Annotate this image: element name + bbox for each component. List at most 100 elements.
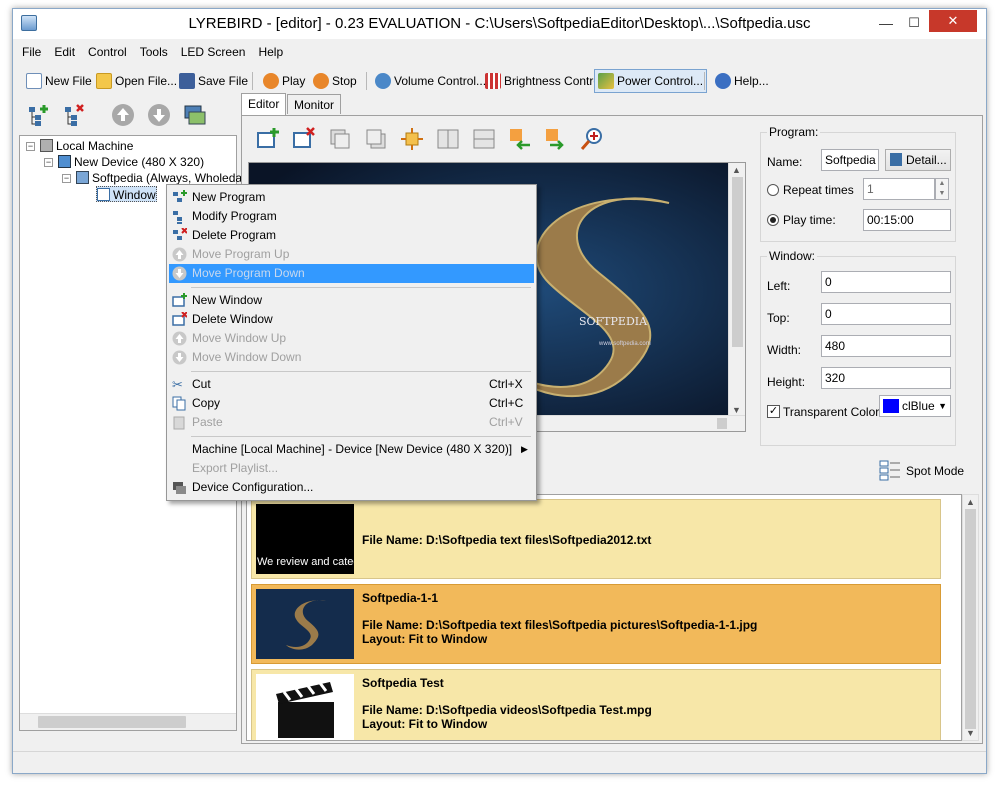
collapse-toggle[interactable]: − xyxy=(26,142,35,151)
program-group-label: Program: xyxy=(767,125,821,139)
scroll-up-arrow[interactable]: ▲ xyxy=(966,497,975,507)
new-file-button[interactable]: New File xyxy=(23,69,95,93)
bring-front-icon[interactable] xyxy=(328,127,352,151)
scroll-up-arrow[interactable]: ▲ xyxy=(732,165,741,175)
tree-node-local-machine[interactable]: Local Machine xyxy=(40,138,133,154)
tree-node-window[interactable]: Window xyxy=(96,186,157,202)
delete-window-icon[interactable] xyxy=(292,127,316,151)
playlist[interactable]: We review and categ File Name: D:\Softpe… xyxy=(246,494,962,741)
menu-item-modify-program[interactable]: Modify Program xyxy=(169,207,534,226)
align-left-icon[interactable] xyxy=(508,127,532,151)
move-down-icon[interactable] xyxy=(147,103,171,127)
add-window-icon[interactable] xyxy=(256,127,280,151)
menu-item-label: Move Program Down xyxy=(192,266,305,280)
menu-item-export-playlist[interactable]: Export Playlist... xyxy=(169,459,534,478)
menu-led-screen[interactable]: LED Screen xyxy=(172,43,250,59)
power-control-button[interactable]: Power Control... xyxy=(594,69,708,93)
detail-button[interactable]: Detail... xyxy=(885,149,951,171)
scroll-thumb[interactable] xyxy=(965,509,976,729)
width-field[interactable]: 480 xyxy=(821,335,951,357)
volume-control-button[interactable]: Volume Control... xyxy=(372,69,489,93)
menu-item-move-program-down[interactable]: Move Program Down xyxy=(169,264,534,283)
minimize-button[interactable]: — xyxy=(873,13,899,33)
height-field[interactable]: 320 xyxy=(821,367,951,389)
menu-item-cut[interactable]: ✂ Cut Ctrl+X xyxy=(169,375,534,394)
transparent-color-select[interactable]: clBlue ▼ xyxy=(879,395,951,417)
program-name-field[interactable]: Softpedia xyxy=(821,149,879,171)
close-button[interactable]: ✕ xyxy=(929,10,977,32)
scroll-thumb[interactable] xyxy=(38,716,186,728)
menu-help[interactable]: Help xyxy=(249,43,287,59)
menu-item-device-configuration[interactable]: Device Configuration... xyxy=(169,478,534,497)
playlist-item-title: Softpedia Test xyxy=(362,676,444,690)
playlist-scrollbar[interactable]: ▲ ▼ xyxy=(962,494,979,741)
zoom-in-icon[interactable] xyxy=(580,127,604,151)
tab-monitor[interactable]: Monitor xyxy=(287,94,342,114)
menu-item-paste[interactable]: Paste Ctrl+V xyxy=(169,413,534,432)
transparent-color-checkbox[interactable]: ✓ xyxy=(767,405,780,418)
scroll-down-arrow[interactable]: ▼ xyxy=(732,405,741,415)
collapse-toggle[interactable]: − xyxy=(44,158,53,167)
menu-item-shortcut: Ctrl+V xyxy=(489,415,523,429)
menu-item-label: Delete Program xyxy=(192,228,277,242)
device-config-icon[interactable] xyxy=(183,103,207,127)
play-time-field[interactable]: 00:15:00 xyxy=(863,209,951,231)
fit-window-icon[interactable] xyxy=(400,127,424,151)
add-node-icon[interactable] xyxy=(27,103,51,127)
tab-editor[interactable]: Editor xyxy=(241,93,287,115)
menu-item-move-window-down[interactable]: Move Window Down xyxy=(169,348,534,367)
repeat-times-field[interactable]: 1 xyxy=(863,178,935,200)
playlist-thumbnail xyxy=(256,589,354,659)
split-vertical-icon[interactable] xyxy=(436,127,460,151)
playlist-item-selected[interactable]: Softpedia-1-1 File Name: D:\Softpedia te… xyxy=(251,584,941,664)
brightness-control-button[interactable]: Brightness Control xyxy=(482,69,606,93)
play-time-radio[interactable] xyxy=(767,214,779,226)
menu-item-copy[interactable]: Copy Ctrl+C xyxy=(169,394,534,413)
menu-item-label: Device Configuration... xyxy=(192,480,314,494)
send-back-icon[interactable] xyxy=(364,127,388,151)
split-horizontal-icon[interactable] xyxy=(472,127,496,151)
collapse-toggle[interactable]: − xyxy=(62,174,71,183)
menu-item-label: Move Window Down xyxy=(192,350,302,364)
title-bar[interactable]: LYREBIRD - [editor] - 0.23 EVALUATION - … xyxy=(13,9,986,39)
scroll-thumb[interactable] xyxy=(717,418,727,429)
playlist-item[interactable]: Softpedia Test File Name: D:\Softpedia v… xyxy=(251,669,941,740)
tree-toolbar xyxy=(19,97,237,135)
menu-item-new-window[interactable]: New Window xyxy=(169,291,534,310)
menu-item-label: Modify Program xyxy=(192,209,277,223)
menu-edit[interactable]: Edit xyxy=(45,43,79,59)
tree-icon xyxy=(890,153,902,166)
maximize-button[interactable]: ☐ xyxy=(901,13,927,33)
repeat-spinner[interactable]: ▲ ▼ xyxy=(935,178,949,200)
power-label: Power Control... xyxy=(617,74,704,88)
scroll-thumb[interactable] xyxy=(732,177,743,347)
open-file-button[interactable]: Open File... xyxy=(93,69,180,93)
menu-tools[interactable]: Tools xyxy=(131,43,172,59)
tree-node-device[interactable]: New Device (480 X 320) xyxy=(58,154,204,170)
scroll-down-arrow[interactable]: ▼ xyxy=(966,728,975,738)
tree-horizontal-scrollbar[interactable] xyxy=(20,713,236,730)
menu-file[interactable]: File xyxy=(13,43,45,59)
menu-item-delete-program[interactable]: Delete Program xyxy=(169,226,534,245)
playlist-item[interactable]: We review and categ File Name: D:\Softpe… xyxy=(251,499,941,579)
top-field[interactable]: 0 xyxy=(821,303,951,325)
repeat-times-radio[interactable] xyxy=(767,184,779,196)
menu-item-new-program[interactable]: New Program xyxy=(169,188,534,207)
play-button[interactable]: Play xyxy=(260,69,308,93)
align-right-icon[interactable] xyxy=(544,127,568,151)
open-file-label: Open File... xyxy=(115,74,178,88)
delete-node-icon[interactable] xyxy=(63,103,87,127)
stop-button[interactable]: Stop xyxy=(310,69,360,93)
menu-item-delete-window[interactable]: Delete Window xyxy=(169,310,534,329)
menu-control[interactable]: Control xyxy=(79,43,131,59)
spot-mode-button[interactable]: Spot Mode xyxy=(878,459,964,483)
menu-item-move-program-up[interactable]: Move Program Up xyxy=(169,245,534,264)
left-field[interactable]: 0 xyxy=(821,271,951,293)
preview-url-text: www.softpedia.com xyxy=(598,341,651,347)
save-file-button[interactable]: Save File xyxy=(176,69,251,93)
menu-item-move-window-up[interactable]: Move Window Up xyxy=(169,329,534,348)
move-up-icon[interactable] xyxy=(111,103,135,127)
help-button[interactable]: Help... xyxy=(712,69,772,93)
menu-item-machine-submenu[interactable]: Machine [Local Machine] - Device [New De… xyxy=(169,440,534,459)
preview-vertical-scrollbar[interactable]: ▲ ▼ xyxy=(728,163,745,417)
